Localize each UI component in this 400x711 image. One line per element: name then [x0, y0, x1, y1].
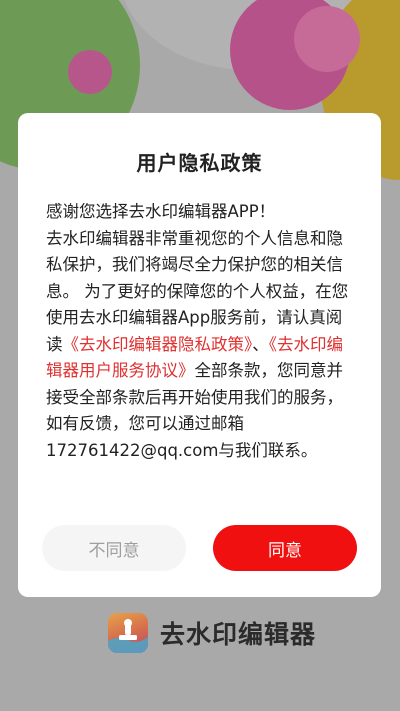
dialog-title: 用户隐私政策	[136, 151, 263, 175]
brand-logo: 去水印编辑器	[108, 613, 316, 653]
privacy-policy-link[interactable]: 《去水印编辑器隐私政策》	[63, 335, 253, 354]
background-blob	[68, 50, 112, 94]
stamp-app-icon	[108, 613, 148, 653]
privacy-dialog: 用户隐私政策 感谢您选择去水印编辑器APP！ 去水印编辑器非常重视您的个人信息和…	[18, 113, 381, 597]
background-blob	[294, 6, 360, 72]
joiner-text: 、	[252, 334, 269, 354]
agree-button[interactable]: 同意	[213, 525, 357, 571]
disagree-button[interactable]: 不同意	[42, 525, 186, 571]
brand-name: 去水印编辑器	[160, 620, 317, 649]
greeting-text: 感谢您选择去水印编辑器APP！	[46, 202, 276, 221]
dialog-body: 感谢您选择去水印编辑器APP！ 去水印编辑器非常重视您的个人信息和隐私保护，我们…	[46, 199, 356, 464]
